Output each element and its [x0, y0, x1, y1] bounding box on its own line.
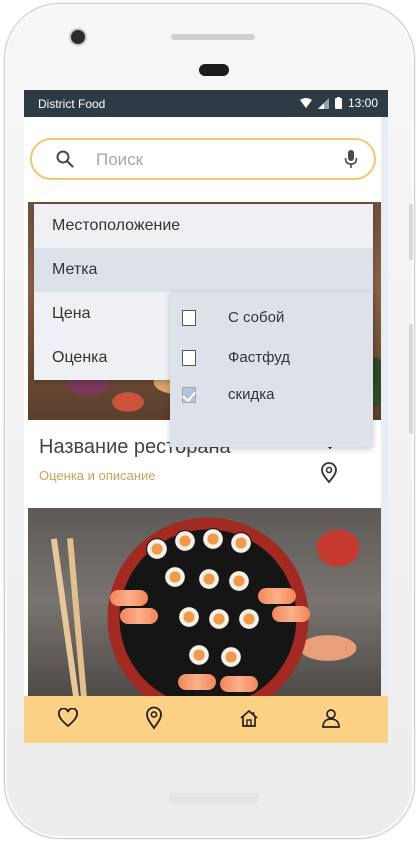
filter-item-price[interactable]: Цена [34, 292, 170, 336]
location-pin-icon[interactable] [320, 462, 338, 484]
wifi-icon [299, 97, 312, 108]
app-screen: District Food 13:00 Поиск Название ресто… [24, 90, 388, 743]
takeaway-option[interactable]: С собой [182, 309, 284, 326]
status-time: 13:00 [347, 96, 378, 110]
takeaway-checkbox[interactable] [182, 309, 196, 326]
filter-item-location[interactable]: Местоположение [34, 204, 373, 248]
search-input[interactable]: Поиск [96, 150, 143, 170]
volume-button [409, 204, 413, 260]
filter-item-rating[interactable]: Оценка [34, 336, 170, 380]
restaurant-description: Оценка и описание [39, 468, 156, 483]
discount-checkbox[interactable] [182, 386, 196, 403]
bottom-navigation [24, 696, 388, 743]
profile-icon[interactable] [321, 708, 341, 728]
discount-label: скидка [228, 386, 275, 403]
takeaway-label: С собой [228, 309, 285, 326]
discount-option[interactable]: скидка [182, 386, 274, 403]
home-indicator [169, 793, 259, 803]
home-icon[interactable] [238, 708, 260, 728]
filter-dropdown: Местоположение Метка Цена Оценка С собой… [34, 204, 373, 447]
search-bar[interactable]: Поиск [30, 138, 376, 180]
battery-icon [334, 97, 342, 109]
power-button [409, 324, 413, 434]
microphone-icon[interactable] [344, 149, 358, 169]
fastfood-checkbox[interactable] [182, 349, 196, 366]
earpiece-speaker [171, 34, 255, 40]
fastfood-label: Фастфуд [228, 349, 291, 366]
search-icon[interactable] [56, 150, 74, 168]
cellular-signal-icon [317, 97, 329, 109]
tag-submenu: С собой Фастфуд скидка [170, 292, 373, 447]
fastfood-option[interactable]: Фастфуд [182, 349, 290, 366]
filter-item-tag[interactable]: Метка [34, 248, 373, 292]
front-camera [71, 30, 85, 44]
scrollbar[interactable] [381, 117, 388, 697]
location-pin-icon[interactable] [145, 706, 163, 730]
proximity-sensor [199, 64, 229, 76]
heart-icon[interactable] [57, 708, 79, 728]
status-bar: District Food 13:00 [24, 90, 388, 117]
app-name: District Food [38, 97, 106, 111]
sushi-photo[interactable] [28, 508, 381, 696]
